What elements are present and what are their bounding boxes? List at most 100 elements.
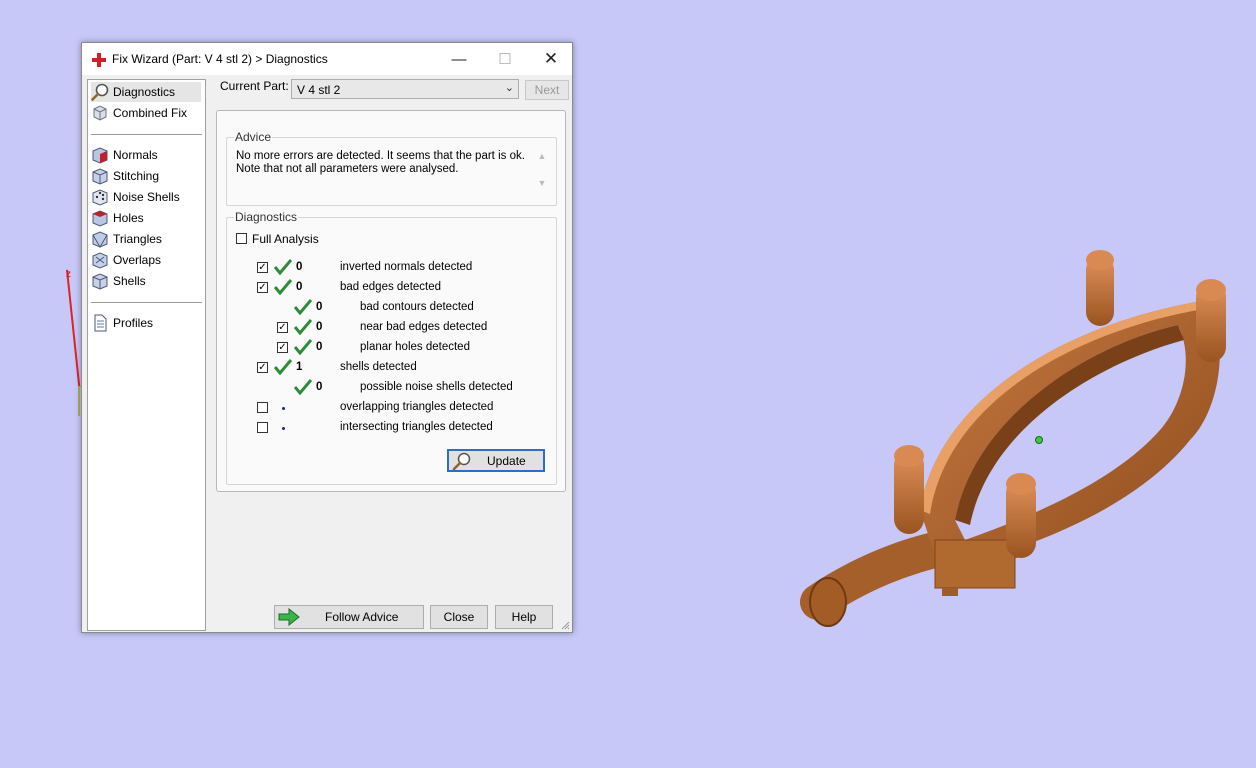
intersecting-triangles-label: intersecting triangles detected [340,421,493,433]
sidebar-item-label: Combined Fix [113,106,188,120]
sidebar-divider [91,134,202,135]
maximize-button[interactable]: ☐ [482,43,528,75]
bad-contours-label: bad contours detected [360,301,474,313]
sidebar-item-label: Diagnostics [113,85,176,99]
green-check-icon [294,379,312,395]
sidebar-item-label: Normals [113,148,158,162]
magnifier-icon [91,83,109,101]
sidebar-item-label: Profiles [113,316,154,330]
pending-dot-icon [282,427,285,430]
next-button[interactable]: Next [525,80,569,100]
chevron-down-icon: ⌄ [504,82,514,94]
sidebar-item-label: Stitching [113,169,160,183]
bad-contours-count: 0 [316,301,323,313]
sidebar-item-triangles[interactable]: Triangles [91,229,162,249]
resize-grip-icon[interactable] [560,620,570,630]
sidebar-item-label: Triangles [113,232,162,246]
green-check-icon [274,279,292,295]
near-bad-edges-label: near bad edges detected [360,321,488,333]
help-button[interactable]: Help [495,605,553,629]
noise-shells-count: 0 [316,381,323,393]
scroll-up-icon[interactable]: ▲ [536,148,548,165]
axis-stub [78,386,80,416]
overlapping-triangles-label: overlapping triangles detected [340,401,494,413]
advice-scrollbar[interactable]: ▲ ▼ [536,148,548,193]
green-arrow-icon [278,608,300,626]
advice-group: Advice No more errors are detected. It s… [226,130,557,206]
inverted-normals-count: 0 [296,261,303,273]
sidebar-item-label: Noise Shells [113,190,180,204]
sidebar-item-combined-fix[interactable]: Combined Fix [91,103,187,123]
update-label: Update [487,454,526,468]
shells-checkbox[interactable]: ✓ [257,362,268,373]
sidebar-item-label: Shells [113,274,146,288]
advice-text: No more errors are detected. It seems th… [236,150,526,176]
bad-edges-count: 0 [296,281,303,293]
green-check-icon [274,359,292,375]
normals-cube-icon [92,147,108,164]
close-window-button[interactable]: ✕ [528,43,574,75]
bad-edges-checkbox[interactable]: ✓ [257,282,268,293]
close-button[interactable]: Close [430,605,488,629]
holes-cube-icon [92,210,108,227]
overlapping-triangles-checkbox[interactable] [257,402,268,413]
3d-part-model[interactable] [790,240,1240,640]
green-check-icon [294,299,312,315]
noise-shells-label: possible noise shells detected [360,381,513,393]
wizard-nav-panel: Diagnostics Combined Fix Normals Stitchi… [87,79,206,631]
stitching-cube-icon [92,168,108,185]
sidebar-item-noise-shells[interactable]: Noise Shells [91,187,180,207]
current-part-select[interactable]: V 4 stl 2 ⌄ [291,79,519,99]
sidebar-item-holes[interactable]: Holes [91,208,144,228]
sidebar-item-stitching[interactable]: Stitching [91,166,159,186]
magnifier-icon [452,452,471,470]
sidebar-item-normals[interactable]: Normals [91,145,158,165]
inverted-normals-checkbox[interactable]: ✓ [257,262,268,273]
sidebar-item-label: Overlaps [113,253,162,267]
full-analysis-label: Full Analysis [252,232,319,246]
sidebar-item-overlaps[interactable]: Overlaps [91,250,161,270]
advice-line-1: No more errors are detected. It seems th… [236,150,525,162]
update-button[interactable]: Update [447,449,545,472]
advice-line-2: Note that not all parameters were analys… [236,163,459,175]
full-analysis-checkbox[interactable] [236,233,247,244]
green-check-icon [274,259,292,275]
minimize-button[interactable]: — [436,43,482,75]
window-title: Fix Wizard (Part: V 4 stl 2) > Diagnosti… [112,52,328,66]
pending-dot-icon [282,407,285,410]
z-axis-line [66,269,81,388]
current-part-value: V 4 stl 2 [297,83,341,97]
overlaps-cube-icon [92,252,108,269]
near-bad-edges-count: 0 [316,321,323,333]
follow-advice-label: Follow Advice [325,610,399,624]
planar-holes-checkbox[interactable]: ✓ [277,342,288,353]
sidebar-item-diagnostics[interactable]: Diagnostics [91,82,201,102]
planar-holes-label: planar holes detected [360,341,470,353]
scroll-down-icon[interactable]: ▼ [536,175,548,192]
near-bad-edges-checkbox[interactable]: ✓ [277,322,288,333]
planar-holes-count: 0 [316,341,323,353]
sidebar-item-profiles[interactable]: Profiles [91,313,153,333]
fix-wizard-dialog: Fix Wizard (Part: V 4 stl 2) > Diagnosti… [81,42,573,633]
shells-label: shells detected [340,361,417,373]
triangles-cube-icon [92,231,108,248]
title-bar[interactable]: Fix Wizard (Part: V 4 stl 2) > Diagnosti… [82,43,572,75]
green-check-icon [294,339,312,355]
bad-edges-label: bad edges detected [340,281,442,293]
advice-title: Advice [234,130,273,144]
diagnostics-panel: Advice No more errors are detected. It s… [216,110,566,492]
z-axis-label: z [66,269,71,280]
diagnostics-title: Diagnostics [234,210,299,224]
document-icon [94,314,107,332]
diagnostics-group: Diagnostics Full Analysis ✓ 0 inverted n… [226,210,557,485]
box-icon [93,105,107,121]
noise-dice-icon [92,189,108,206]
follow-advice-button[interactable]: Follow Advice [274,605,424,629]
intersecting-triangles-checkbox[interactable] [257,422,268,433]
inverted-normals-label: inverted normals detected [340,261,473,273]
green-check-icon [294,319,312,335]
shells-count: 1 [296,361,303,373]
sidebar-item-shells[interactable]: Shells [91,271,146,291]
shells-cube-icon [92,273,108,290]
current-part-label: Current Part: [220,79,289,93]
